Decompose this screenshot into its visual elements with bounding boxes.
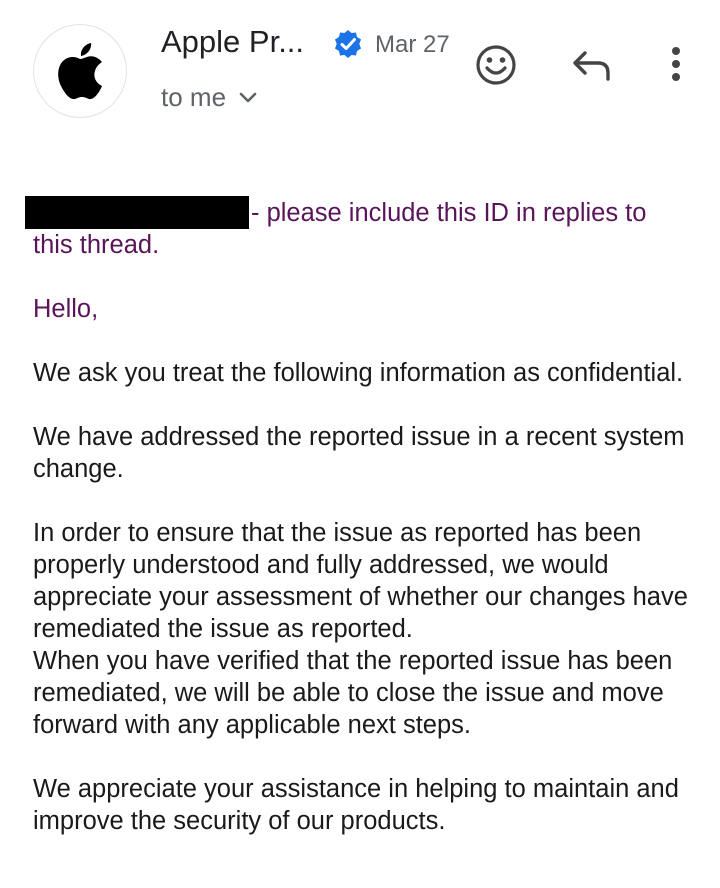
reply-icon[interactable]: [570, 46, 614, 86]
paragraph-addressed: We have addressed the reported issue in …: [33, 423, 685, 483]
sender-name[interactable]: Apple Pr...: [161, 24, 304, 60]
verified-badge-icon: [335, 30, 361, 58]
thread-id-line: - please include this ID in replies to t…: [25, 196, 693, 261]
message-body: - please include this ID in replies to t…: [25, 196, 693, 837]
message-date: Mar 27: [375, 31, 450, 58]
paragraph-assessment: In order to ensure that the issue as rep…: [33, 519, 688, 643]
chevron-down-icon: [239, 92, 257, 102]
more-vert-icon[interactable]: [664, 44, 688, 84]
paragraph-verification: When you have verified that the reported…: [33, 647, 673, 739]
recipient-toggle[interactable]: to me: [161, 82, 258, 113]
paragraph-confidential: We ask you treat the following informati…: [33, 359, 684, 387]
paragraph-appreciation: We appreciate your assistance in helping…: [33, 775, 679, 835]
greeting: Hello,: [33, 295, 99, 323]
apple-logo-icon: [58, 43, 102, 100]
redacted-id: [25, 196, 249, 229]
recipient-label: to me: [161, 82, 227, 112]
sender-avatar[interactable]: [33, 24, 127, 118]
emoji-reaction-icon[interactable]: [474, 43, 518, 87]
